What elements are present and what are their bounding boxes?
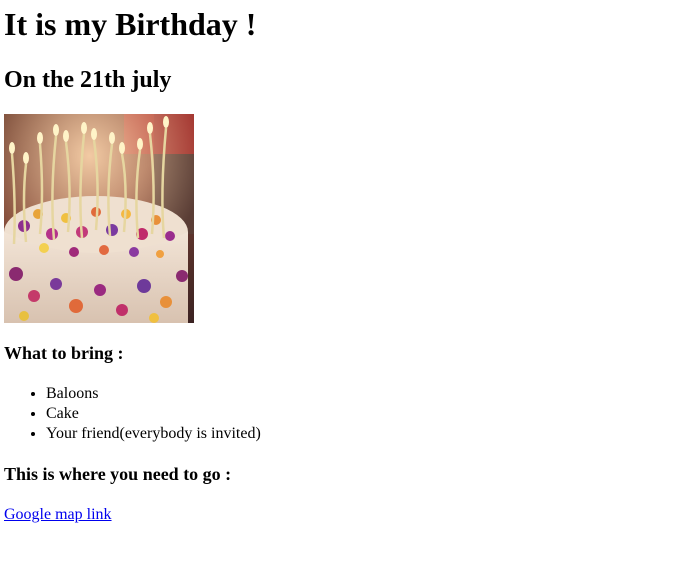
what-to-bring-list: Baloons Cake Your friend(everybody is in… [4,384,261,444]
list-item: Your friend(everybody is invited) [46,424,261,444]
google-map-link[interactable]: Google map link [4,505,112,525]
page-title: It is my Birthday ! [4,6,257,42]
list-item: Cake [46,404,261,424]
birthday-cake-image [4,114,194,323]
what-to-bring-heading: What to bring : [4,343,124,363]
page-subtitle: On the 21th july [4,67,172,93]
list-item: Baloons [46,384,261,404]
where-to-go-heading: This is where you need to go : [4,464,232,484]
